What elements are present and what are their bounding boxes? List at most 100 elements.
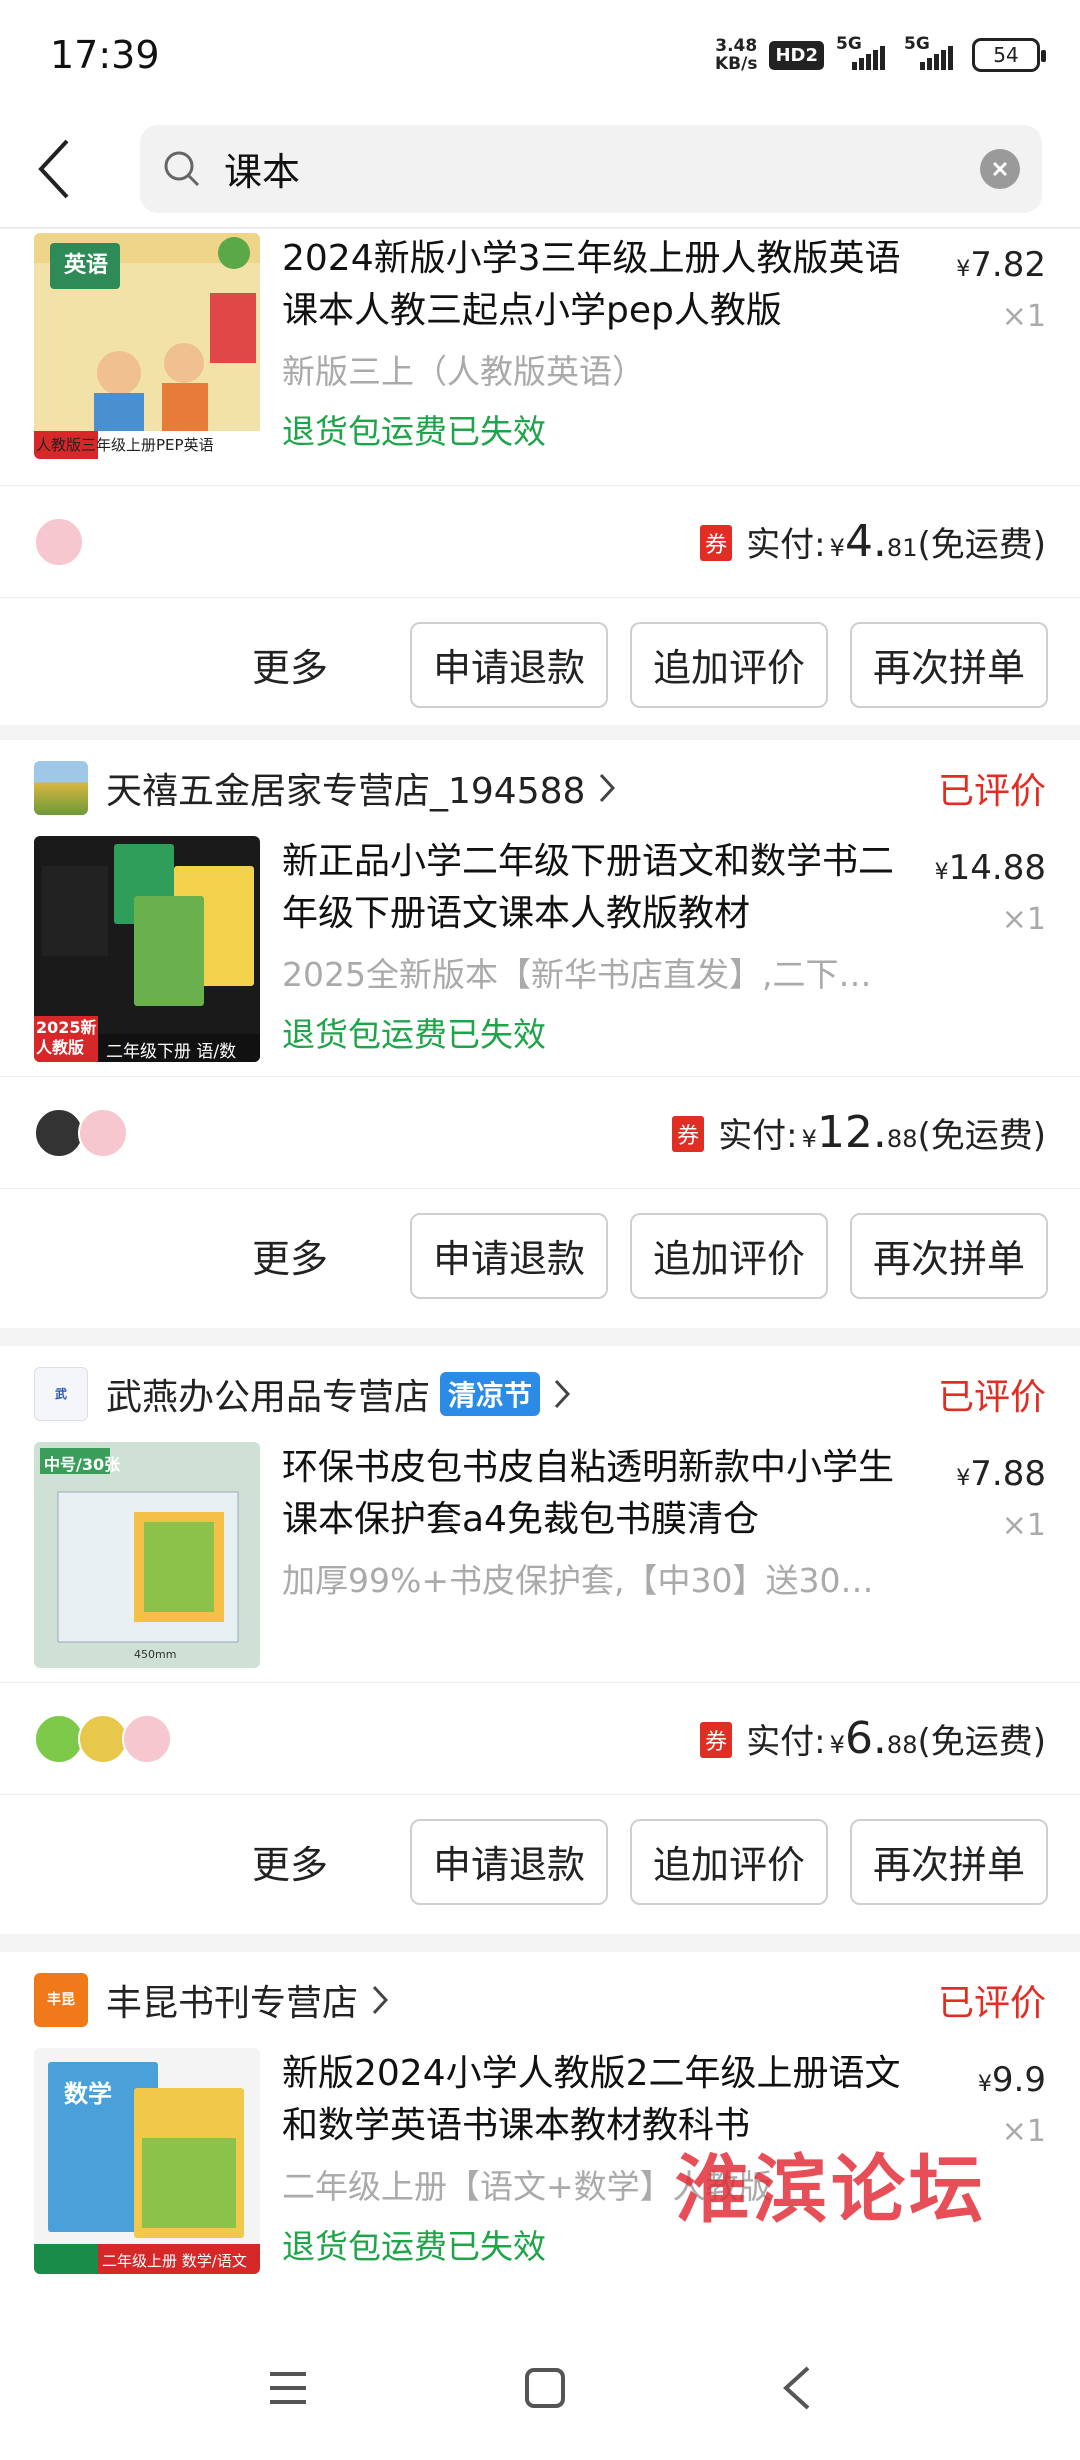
payment-row: 券 实付: ¥12.88 (免运费) bbox=[0, 1076, 1080, 1188]
add-review-button[interactable]: 追加评价 bbox=[630, 1212, 828, 1299]
payment-label: 实付: bbox=[746, 525, 826, 565]
add-review-button[interactable]: 追加评价 bbox=[630, 621, 828, 708]
battery-level: 54 bbox=[993, 43, 1019, 67]
shop-name[interactable]: 天禧五金居家专营店_194588 bbox=[106, 762, 585, 814]
menu-icon bbox=[270, 2372, 307, 2404]
return-note: 退货包运费已失效 bbox=[282, 412, 546, 451]
signal-icon: 5G bbox=[836, 34, 892, 70]
product-row[interactable]: 2025新 人教版 二年级下册 语/数 新正品小学二年级下册语文和数学书二年级下… bbox=[0, 836, 1080, 1076]
product-thumbnail[interactable]: 数学 二年级上册 数学/语文 bbox=[34, 2048, 260, 2274]
product-quantity: ×1 bbox=[1001, 902, 1046, 937]
promo-badge: 清凉节 bbox=[440, 1372, 541, 1416]
search-input[interactable]: 课本 bbox=[140, 124, 1042, 213]
return-note: 退货包运费已失效 bbox=[282, 1015, 546, 1054]
system-back-button[interactable] bbox=[780, 2364, 814, 2416]
group-avatars bbox=[34, 1107, 128, 1158]
refund-button[interactable]: 申请退款 bbox=[410, 621, 608, 708]
order-card[interactable]: 英语 人教版三年级上册PEP英语 2024新版小学3三年级上册人教版英语课本人教… bbox=[0, 229, 1080, 725]
group-avatars bbox=[34, 1713, 172, 1764]
thumbnail-caption: 二年级上册 数学/语文 bbox=[102, 2252, 247, 2270]
order-card[interactable]: 天禧五金居家专营店_194588 已评价 2025新 人教版 二年级下册 语/数… bbox=[0, 740, 1080, 1328]
coupon-icon: 券 bbox=[700, 1722, 733, 1758]
review-status: 已评价 bbox=[937, 1377, 1046, 1418]
back-button[interactable] bbox=[0, 110, 110, 227]
chevron-right-icon bbox=[597, 768, 623, 808]
more-button[interactable]: 更多 bbox=[252, 637, 328, 692]
thumbnail-caption: 人教版三年级上册PEP英语 bbox=[36, 436, 214, 454]
add-review-button[interactable]: 追加评价 bbox=[630, 1818, 828, 1905]
refund-button[interactable]: 申请退款 bbox=[410, 1212, 608, 1299]
status-bar: 17:39 3.48 KB/s HD2 5G 5G 54 bbox=[0, 0, 1080, 110]
shop-row[interactable]: 丰昆 丰昆书刊专营店 已评价 bbox=[0, 1952, 1080, 2048]
avatar bbox=[34, 1107, 84, 1158]
order-card[interactable]: 武 武燕办公用品专营店 清凉节 已评价 中号/30张 450mm 环保书皮包书皮… bbox=[0, 1346, 1080, 1934]
payment-label: 实付: bbox=[718, 1116, 798, 1156]
product-title[interactable]: 新正品小学二年级下册语文和数学书二年级下册语文课本人教版教材 bbox=[282, 836, 912, 940]
product-spec: 新版三上（人教版英语） bbox=[282, 352, 645, 391]
product-price: ¥7.88 bbox=[956, 1454, 1046, 1494]
signal-5g-label-2: 5G bbox=[904, 34, 930, 54]
thumbnail-caption: 450mm bbox=[134, 1648, 177, 1661]
close-icon bbox=[992, 161, 1008, 176]
payment-amount: ¥6.88 bbox=[829, 1713, 918, 1764]
payment-row: 券 实付: ¥4.81 (免运费) bbox=[0, 485, 1080, 597]
clear-search-button[interactable] bbox=[980, 148, 1020, 189]
network-speed-unit: KB/s bbox=[715, 54, 758, 74]
payment-label: 实付: bbox=[746, 1722, 826, 1762]
shop-row[interactable]: 武 武燕办公用品专营店 清凉节 已评价 bbox=[0, 1346, 1080, 1442]
signal-5g-label: 5G bbox=[836, 34, 862, 54]
product-row[interactable]: 中号/30张 450mm 环保书皮包书皮自粘透明新款中小学生课本保护套a4免裁包… bbox=[0, 1442, 1080, 1682]
shipping-note: (免运费) bbox=[917, 1116, 1046, 1156]
back-triangle-icon bbox=[782, 2366, 809, 2410]
reorder-button[interactable]: 再次拼单 bbox=[850, 621, 1048, 708]
payment-row: 券 实付: ¥6.88 (免运费) bbox=[0, 1682, 1080, 1794]
avatar bbox=[122, 1713, 172, 1764]
shop-row[interactable]: 天禧五金居家专营店_194588 已评价 bbox=[0, 740, 1080, 836]
hd-icon: HD2 bbox=[769, 40, 824, 70]
shop-logo: 武 bbox=[34, 1367, 88, 1421]
product-title[interactable]: 2024新版小学3三年级上册人教版英语课本人教三起点小学pep人教版 bbox=[282, 233, 912, 337]
avatar bbox=[78, 1713, 128, 1764]
payment-info: 券 实付: ¥12.88 (免运费) bbox=[672, 1107, 1046, 1158]
shipping-note: (免运费) bbox=[917, 1722, 1046, 1762]
payment-amount: ¥12.88 bbox=[801, 1107, 918, 1158]
search-query: 课本 bbox=[224, 150, 301, 194]
reorder-button[interactable]: 再次拼单 bbox=[850, 1212, 1048, 1299]
shop-name[interactable]: 丰昆书刊专营店 bbox=[106, 1974, 358, 2026]
status-time: 17:39 bbox=[50, 33, 160, 77]
watermark: 淮滨论坛 bbox=[675, 2147, 987, 2233]
network-speed-value: 3.48 bbox=[715, 36, 758, 56]
product-quantity: ×1 bbox=[1001, 1508, 1046, 1543]
review-status: 已评价 bbox=[937, 1983, 1046, 2024]
action-row: 更多 申请退款 追加评价 再次拼单 bbox=[0, 1794, 1080, 1928]
coupon-icon: 券 bbox=[700, 525, 733, 561]
home-button[interactable] bbox=[523, 2366, 567, 2414]
product-thumbnail[interactable]: 英语 人教版三年级上册PEP英语 bbox=[34, 233, 260, 459]
shop-name[interactable]: 武燕办公用品专营店 bbox=[106, 1368, 430, 1420]
home-square-icon bbox=[524, 2368, 565, 2408]
more-button[interactable]: 更多 bbox=[252, 1228, 328, 1283]
product-title[interactable]: 环保书皮包书皮自粘透明新款中小学生课本保护套a4免裁包书膜清仓 bbox=[282, 1442, 912, 1546]
product-thumbnail[interactable]: 2025新 人教版 二年级下册 语/数 bbox=[34, 836, 260, 1062]
product-thumbnail[interactable]: 中号/30张 450mm bbox=[34, 1442, 260, 1668]
thumbnail-label: 英语 bbox=[64, 253, 109, 278]
thumbnail-label: 中号/30张 bbox=[44, 1455, 121, 1474]
battery-icon: 54 bbox=[972, 38, 1046, 72]
product-spec: 2025全新版本【新华书店直发】,二下… bbox=[282, 955, 872, 994]
payment-info: 券 实付: ¥4.81 (免运费) bbox=[700, 516, 1046, 567]
product-row[interactable]: 英语 人教版三年级上册PEP英语 2024新版小学3三年级上册人教版英语课本人教… bbox=[0, 233, 1080, 473]
review-status: 已评价 bbox=[937, 771, 1046, 812]
chevron-right-icon bbox=[370, 1980, 396, 2020]
action-row: 更多 申请退款 追加评价 再次拼单 bbox=[0, 597, 1080, 731]
payment-info: 券 实付: ¥6.88 (免运费) bbox=[700, 1713, 1046, 1764]
menu-button[interactable] bbox=[266, 2368, 310, 2412]
product-price: ¥9.9 bbox=[977, 2060, 1046, 2100]
more-button[interactable]: 更多 bbox=[252, 1834, 328, 1889]
coupon-icon: 券 bbox=[672, 1116, 705, 1152]
refund-button[interactable]: 申请退款 bbox=[410, 1818, 608, 1905]
system-nav-bar bbox=[0, 2320, 1080, 2460]
search-header: 课本 bbox=[0, 110, 1080, 228]
action-row: 更多 申请退款 追加评价 再次拼单 bbox=[0, 1188, 1080, 1322]
reorder-button[interactable]: 再次拼单 bbox=[850, 1818, 1048, 1905]
return-note: 退货包运费已失效 bbox=[282, 2227, 546, 2266]
